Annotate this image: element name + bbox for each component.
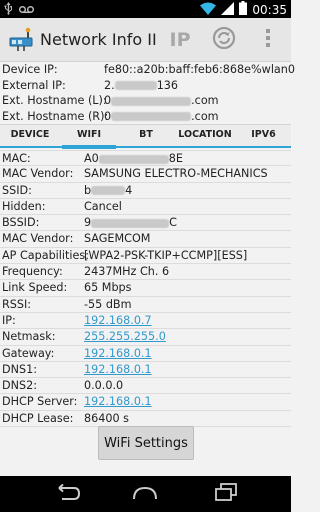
row-label: BSSID: [2,216,40,230]
row-value: fe80::a20b:baff:feb6:868e%wlan0 [104,63,295,76]
battery-icon [239,1,248,19]
row-label: Hidden: [2,199,46,213]
row-value: A0 8E [84,152,183,165]
table-row: DHCP Lease: 86400 s [0,411,291,428]
row-value: -55 dBm [84,297,132,311]
row-label: MAC Vendor: [2,232,74,246]
row-label: DNS1: [2,362,37,376]
device-info: Device IP: fe80::a20b:baff:feb6:868e%wla… [0,62,295,125]
netmask-link[interactable]: 255.255.255.0 [84,329,166,345]
row-value: SAGEMCOM [84,232,151,246]
recent-apps-icon [215,483,237,505]
row-label: Link Speed: [2,281,68,295]
table-row: DNS1: 192.168.0.1 [0,362,291,379]
row-label: Frequency: [2,265,63,279]
external-ip-row: External IP: 2. 136 [0,78,291,94]
wifi-icon [200,2,217,19]
usb-icon [4,2,13,19]
gateway-link[interactable]: 192.168.0.1 [84,346,152,362]
tab-device[interactable]: DEVICE [0,125,60,147]
action-bar: Network Info II IP [0,18,291,62]
refresh-button[interactable] [208,24,240,56]
back-button[interactable] [46,481,86,507]
more-vert-icon [265,28,271,52]
tab-location[interactable]: LOCATION [174,125,236,147]
row-value: Cancel [84,199,122,213]
table-row: IP: 192.168.0.7 [0,313,291,330]
row-label: DNS2: [2,379,37,393]
home-button[interactable] [125,481,165,507]
refresh-icon [212,26,236,54]
row-label: Ext. Hostname (L): [2,94,107,107]
recent-apps-button[interactable] [206,481,246,507]
table-row: Link Speed: 65 Mbps [0,280,291,297]
tab-bar: DEVICE WIFI BT LOCATION IPV6 [0,124,291,149]
table-row: RSSI: -55 dBm [0,297,291,313]
table-row: MAC Vendor: SAGEMCOM [0,231,291,248]
wifi-settings-button[interactable]: WiFi Settings [98,426,194,460]
row-label: Ext. Hostname (R): [2,109,109,123]
table-row: DHCP Server: 192.168.0.1 [0,394,291,411]
row-value: 2. 136 [104,78,179,92]
tab-ipv6[interactable]: IPV6 [236,125,291,147]
ip-button[interactable]: IP [165,24,195,56]
row-value: 0 .com [104,94,219,107]
row-value: 65 Mbps [84,281,132,295]
dhcp-server-link[interactable]: 192.168.0.1 [84,394,152,410]
dns1-link[interactable]: 192.168.0.1 [84,362,152,378]
table-row: MAC: A0 8E [0,150,291,167]
row-label: Device IP: [2,63,58,76]
row-value: [WPA2-PSK-TKIP+CCMP][ESS] [84,248,248,262]
row-value: SAMSUNG ELECTRO-MECHANICS [84,167,268,181]
row-label: MAC: [2,152,31,165]
row-label: DHCP Lease: [2,411,74,425]
tab-bt[interactable]: BT [118,125,174,147]
row-label: DHCP Server: [2,395,78,409]
row-label: MAC Vendor: [2,167,74,181]
back-icon [52,483,81,504]
row-value: 86400 s [84,411,129,425]
row-label: SSID: [2,183,32,197]
ip-link[interactable]: 192.168.0.7 [84,313,152,329]
table-row: BSSID: 9C [0,215,291,232]
row-label: Netmask: [2,330,56,344]
row-label: AP Capabilities: [2,248,89,262]
overflow-menu-button[interactable] [258,24,278,56]
row-label: IP: [2,313,16,327]
table-row: Gateway: 192.168.0.1 [0,346,291,362]
ext-hostname-l-row: Ext. Hostname (L): 0 .com [0,93,291,109]
table-row: SSID: b4 [0,183,291,199]
row-value: 2437MHz Ch. 6 [84,265,170,279]
row-value: 0 .com [104,109,219,123]
wifi-details-table: MAC: A0 8E MAC Vendor: SAMSUNG ELECTRO-ME… [0,150,291,428]
app-title: Network Info II [40,30,157,49]
status-time: 00:35 [252,3,287,17]
status-bar: 00:35 [0,0,291,18]
table-row: Frequency: 2437MHz Ch. 6 [0,264,291,281]
tab-wifi[interactable]: WIFI [60,125,118,149]
home-icon [130,485,160,504]
ext-hostname-r-row: Ext. Hostname (R): 0 .com [0,109,291,125]
row-label: RSSI: [2,297,32,311]
table-row: Netmask: 255.255.255.0 [0,329,291,346]
navigation-bar [0,476,291,512]
row-value: 9C [84,216,177,230]
table-row: AP Capabilities: [WPA2-PSK-TKIP+CCMP][ES… [0,248,291,265]
row-label: Gateway: [2,346,55,360]
row-label: External IP: [2,78,66,92]
signal-icon [221,1,235,19]
device-ip-row: Device IP: fe80::a20b:baff:feb6:868e%wla… [0,62,295,78]
table-row: DNS2: 0.0.0.0 [0,378,291,395]
voicemail-icon [18,4,35,18]
table-row: MAC Vendor: SAMSUNG ELECTRO-MECHANICS [0,166,291,183]
app-icon [8,26,34,52]
row-value: b4 [84,183,133,197]
row-value: 0.0.0.0 [84,379,124,393]
table-row: Hidden: Cancel [0,199,291,216]
